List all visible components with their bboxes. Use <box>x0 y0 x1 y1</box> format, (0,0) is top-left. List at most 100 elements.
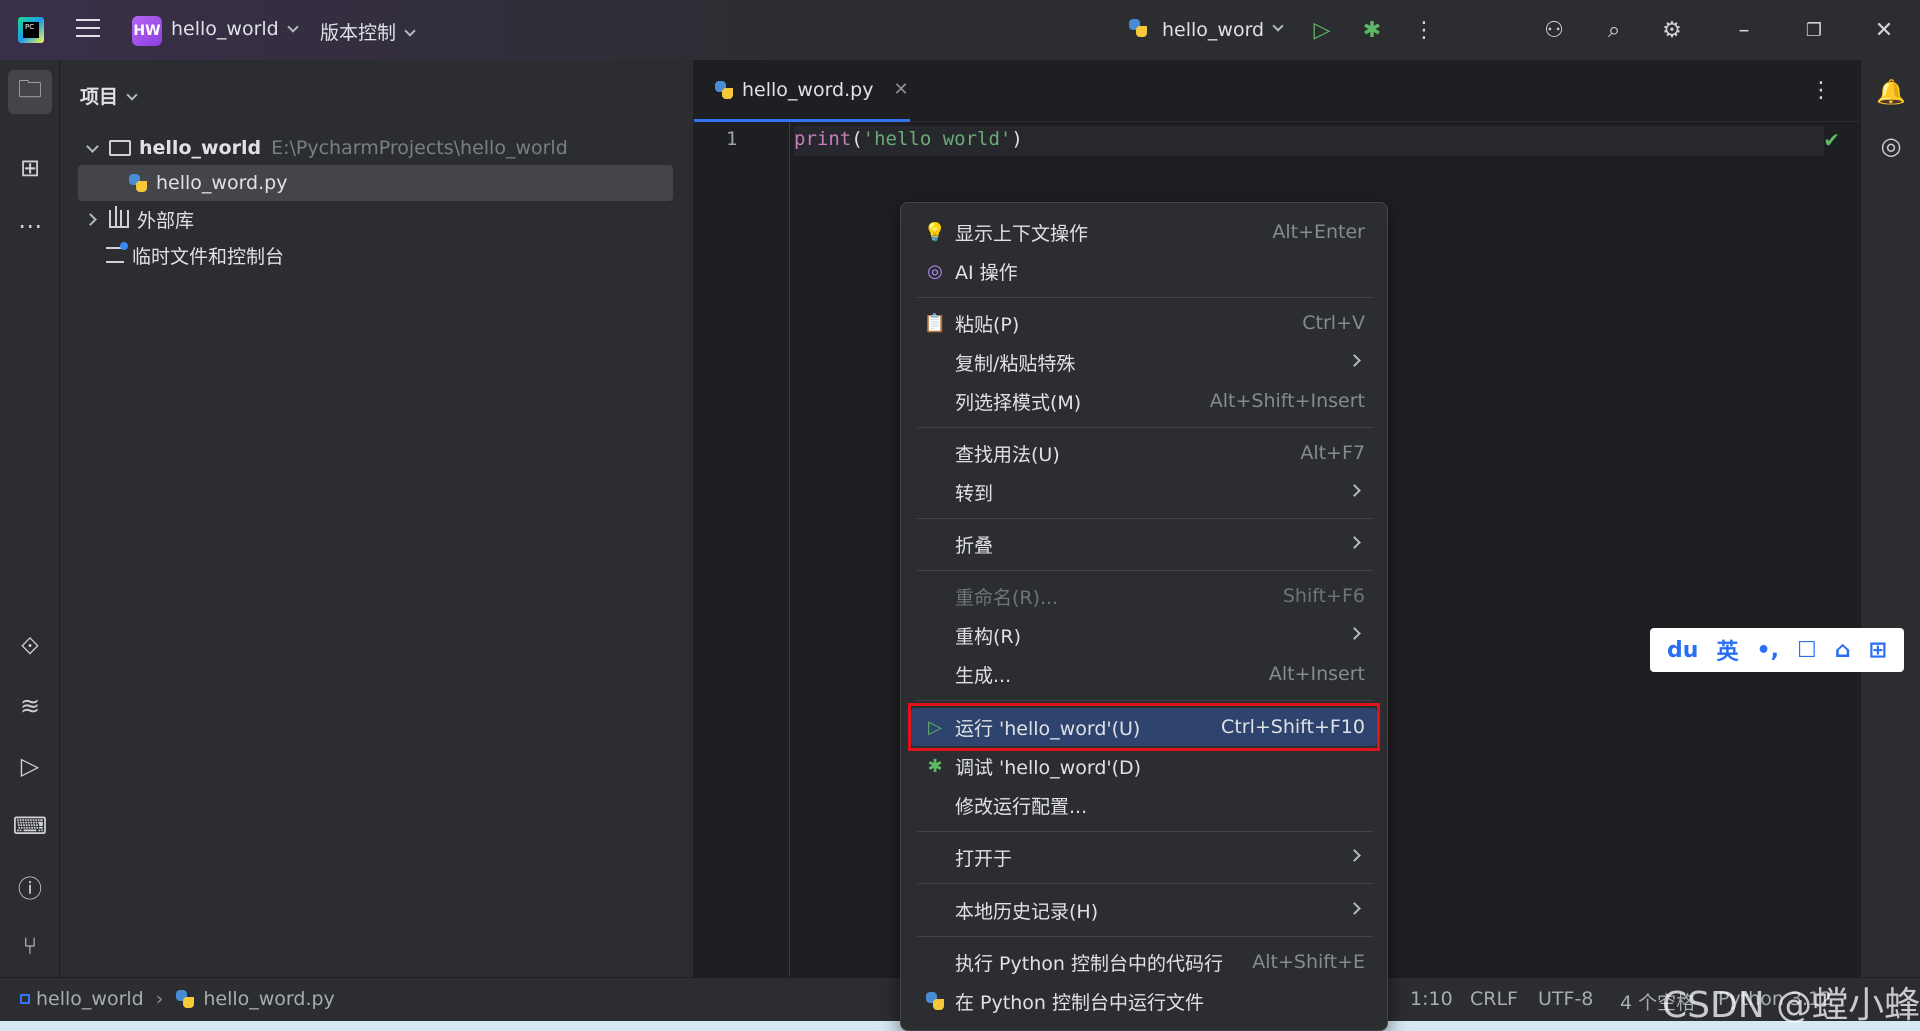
main-menu-icon[interactable] <box>76 19 100 39</box>
clipboard-icon: 📋 <box>923 312 947 334</box>
menu-separator <box>917 936 1373 937</box>
breadcrumb-separator-icon: › <box>155 988 164 1010</box>
menu-item-goto[interactable]: 转到 <box>911 473 1377 511</box>
more-vertical-icon[interactable]: ⋮ <box>1810 78 1832 103</box>
tree-file-hello-word[interactable]: hello_word.py <box>78 165 673 201</box>
menu-item-modify-run-config[interactable]: 修改运行配置... <box>911 786 1377 824</box>
watermark: CSDN @螳小蜂 <box>1662 985 1920 1026</box>
expand-arrow-icon[interactable] <box>86 139 99 153</box>
close-icon[interactable]: ✕ <box>1868 14 1900 46</box>
library-icon <box>109 206 129 228</box>
folder-icon <box>109 140 131 156</box>
menu-item-execute-in-console[interactable]: 执行 Python 控制台中的代码行 Alt+Shift+E <box>911 943 1377 981</box>
menu-item-local-history[interactable]: 本地历史记录(H) <box>911 891 1377 929</box>
run-config-selector[interactable]: hello_word <box>1128 18 1284 42</box>
code-string: 'hello world' <box>862 128 1012 150</box>
project-selector[interactable]: hello_world <box>171 18 299 40</box>
gear-icon[interactable]: ⚙ <box>1656 14 1688 46</box>
context-menu: 💡 显示上下文操作 Alt+Enter ◎ AI 操作 📋 粘贴(P) Ctrl… <box>900 202 1388 1031</box>
debug-icon[interactable]: ✱ <box>1356 14 1388 46</box>
tree-external-libs[interactable]: 外部库 <box>78 201 673 237</box>
menu-item-refactor[interactable]: 重构(R) <box>911 616 1377 654</box>
menu-item-open-in[interactable]: 打开于 <box>911 838 1377 876</box>
project-panel-header[interactable]: 项目 <box>80 82 138 109</box>
layers-icon[interactable]: ≋ <box>8 684 52 728</box>
title-bar: PC HW hello_world 版本控制 hello_word ▷ ✱ ⋮ … <box>0 0 1920 60</box>
tree-root[interactable]: hello_world E:\PycharmProjects\hello_wor… <box>78 130 673 166</box>
run-icon[interactable]: ▷ <box>1306 14 1338 46</box>
search-icon[interactable]: ⌕ <box>1598 14 1630 46</box>
submenu-arrow-icon <box>1348 849 1361 862</box>
keyboard-icon[interactable]: ⌂ <box>1835 638 1851 663</box>
grid-menu-icon[interactable]: ⊞ <box>1869 638 1887 663</box>
terminal-icon[interactable]: ⌨ <box>8 804 52 848</box>
menu-item-find-usages[interactable]: 查找用法(U) Alt+F7 <box>911 434 1377 472</box>
run-config-name: hello_word <box>1162 19 1265 41</box>
ime-toolbar: du 英 •, ☐ ⌂ ⊞ <box>1650 628 1904 672</box>
menu-separator <box>917 883 1373 884</box>
breadcrumb-file[interactable]: hello_word.py <box>203 988 334 1010</box>
minimize-icon[interactable]: – <box>1728 14 1760 46</box>
menu-item-column-selection[interactable]: 列选择模式(M) Alt+Shift+Insert <box>911 382 1377 420</box>
punctuation-icon[interactable]: •, <box>1757 638 1779 663</box>
python-packages-icon[interactable]: ⟐ <box>8 624 52 668</box>
menu-item-show-context-actions[interactable]: 💡 显示上下文操作 Alt+Enter <box>911 213 1377 251</box>
chevron-down-icon <box>126 89 138 101</box>
menu-separator <box>917 700 1373 701</box>
scratch-icon <box>106 242 128 263</box>
emoji-icon[interactable]: ☐ <box>1797 638 1817 663</box>
tree-scratches[interactable]: 临时文件和控制台 <box>78 237 673 273</box>
right-tool-strip: 🔔 ◎ <box>1860 60 1920 977</box>
file-encoding[interactable]: UTF-8 <box>1538 988 1593 1010</box>
submenu-arrow-icon <box>1348 354 1361 367</box>
more-horizontal-icon[interactable]: ⋯ <box>8 204 52 248</box>
structure-icon[interactable]: ⊞ <box>8 146 52 190</box>
notifications-bell-icon[interactable]: 🔔 <box>1869 70 1913 114</box>
services-icon[interactable]: ▷ <box>8 744 52 788</box>
baidu-ime-logo-icon[interactable]: du <box>1667 638 1698 663</box>
root-path: E:\PycharmProjects\hello_world <box>271 137 568 159</box>
python-file-icon <box>128 173 148 193</box>
tab-hello-word[interactable]: hello_word.py ✕ <box>694 60 910 122</box>
code-line[interactable]: print('hello world') <box>794 128 1023 150</box>
menu-item-paste[interactable]: 📋 粘贴(P) Ctrl+V <box>911 304 1377 342</box>
collapse-arrow-icon[interactable] <box>84 212 97 226</box>
inspection-ok-icon[interactable]: ✔ <box>1823 128 1840 152</box>
project-folder-icon[interactable]: 🗀 <box>8 70 52 114</box>
breadcrumb-project[interactable]: hello_world <box>36 988 144 1010</box>
debug-icon: ✱ <box>927 755 943 777</box>
left-tool-strip: 🗀 ⊞ ⋯ ⟐ ≋ ▷ ⌨ ⓘ ⑂ <box>0 60 60 977</box>
menu-item-run-file-in-console[interactable]: 在 Python 控制台中运行文件 <box>911 982 1377 1020</box>
root-name: hello_world <box>139 137 262 159</box>
menu-item-copy-paste-special[interactable]: 复制/粘贴特殊 <box>911 343 1377 381</box>
restore-icon[interactable]: ❐ <box>1798 14 1830 46</box>
menu-item-generate[interactable]: 生成... Alt+Insert <box>911 655 1377 693</box>
code-paren-open: ( <box>851 128 863 150</box>
project-name: hello_world <box>171 18 279 40</box>
line-number: 1 <box>726 128 738 150</box>
git-branch-icon[interactable]: ⑂ <box>8 924 52 968</box>
line-separator[interactable]: CRLF <box>1470 988 1518 1010</box>
ai-assistant-icon[interactable]: ◎ <box>1869 124 1913 168</box>
project-badge[interactable]: HW <box>132 16 162 46</box>
ime-language-toggle[interactable]: 英 <box>1716 634 1738 666</box>
code-function: print <box>794 128 852 150</box>
more-vertical-icon[interactable]: ⋮ <box>1408 14 1440 46</box>
ai-icon: ◎ <box>927 260 943 282</box>
submenu-arrow-icon <box>1348 536 1361 549</box>
problems-icon[interactable]: ⓘ <box>8 864 52 908</box>
menu-item-ai-actions[interactable]: ◎ AI 操作 <box>911 252 1377 290</box>
add-user-icon[interactable]: ⚇ <box>1538 14 1570 46</box>
module-icon <box>20 994 30 1004</box>
external-libs-label: 外部库 <box>137 209 195 232</box>
project-panel-title: 项目 <box>80 86 119 108</box>
submenu-arrow-icon <box>1348 484 1361 497</box>
menu-item-debug[interactable]: ✱ 调试 'hello_word'(D) <box>911 747 1377 785</box>
close-tab-icon[interactable]: ✕ <box>893 79 908 100</box>
file-name: hello_word.py <box>156 172 288 194</box>
menu-separator <box>917 518 1373 519</box>
caret-position[interactable]: 1:10 <box>1410 988 1453 1010</box>
vcs-menu[interactable]: 版本控制 <box>320 18 416 45</box>
vcs-label: 版本控制 <box>320 22 397 44</box>
menu-item-folding[interactable]: 折叠 <box>911 525 1377 563</box>
